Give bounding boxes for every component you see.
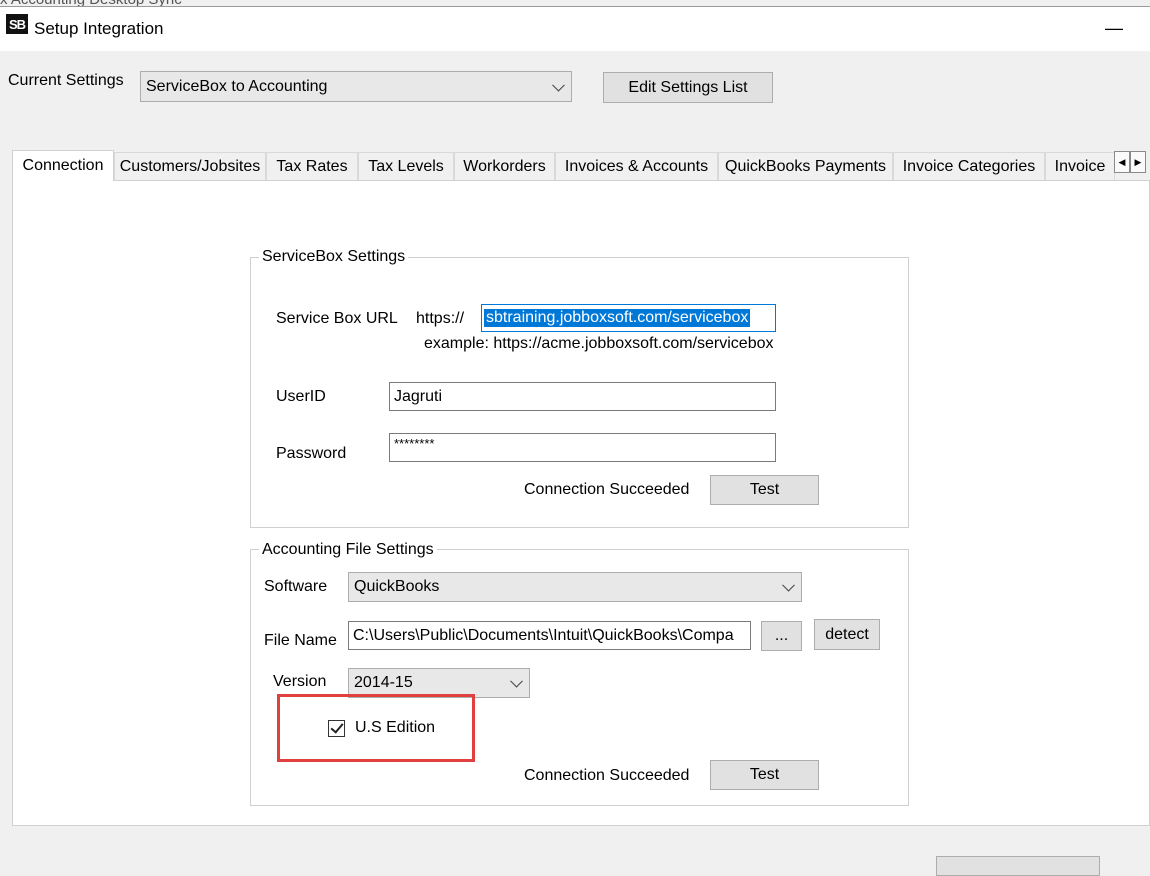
tab-quickbooks-payments[interactable]: QuickBooks Payments bbox=[718, 152, 893, 180]
tab-scroll-arrows: ◀ ▶ bbox=[1114, 151, 1146, 173]
userid-input[interactable]: Jagruti bbox=[389, 382, 776, 411]
tab-tax-levels[interactable]: Tax Levels bbox=[358, 152, 454, 180]
version-value: 2014-15 bbox=[354, 674, 413, 691]
tab-connection[interactable]: Connection bbox=[12, 150, 114, 181]
url-prefix-label: https:// bbox=[416, 310, 465, 327]
software-dropdown[interactable]: QuickBooks bbox=[348, 572, 802, 602]
minimize-button[interactable]: — bbox=[1104, 18, 1124, 39]
url-example-text: example: https://acme.jobboxsoft.com/ser… bbox=[424, 335, 774, 352]
tab-customers-jobsites[interactable]: Customers/Jobsites bbox=[114, 152, 266, 180]
servicebox-settings-legend: ServiceBox Settings bbox=[259, 248, 409, 266]
userid-value: Jagruti bbox=[394, 387, 443, 405]
scroll-right-icon[interactable]: ▶ bbox=[1130, 151, 1146, 173]
tab-invoice[interactable]: Invoice bbox=[1045, 152, 1115, 180]
tab-invoice-categories[interactable]: Invoice Categories bbox=[893, 152, 1045, 180]
service-box-url-label: Service Box URL bbox=[276, 310, 398, 327]
scroll-left-icon[interactable]: ◀ bbox=[1114, 151, 1130, 173]
password-label: Password bbox=[276, 445, 347, 462]
tab-tax-rates[interactable]: Tax Rates bbox=[266, 152, 358, 180]
file-name-value: C:\Users\Public\Documents\Intuit\QuickBo… bbox=[353, 626, 734, 644]
current-settings-value: ServiceBox to Accounting bbox=[146, 77, 328, 95]
edit-settings-list-button[interactable]: Edit Settings List bbox=[603, 72, 773, 103]
tab-invoices-accounts[interactable]: Invoices & Accounts bbox=[555, 152, 718, 180]
password-value: ******** bbox=[394, 436, 435, 451]
file-name-input[interactable]: C:\Users\Public\Documents\Intuit\QuickBo… bbox=[348, 621, 751, 650]
detect-button[interactable]: detect bbox=[814, 619, 880, 650]
servicebox-connection-status: Connection Succeeded bbox=[524, 481, 690, 498]
tab-strip: Connection Customers/Jobsites Tax Rates … bbox=[12, 150, 1150, 181]
highlight-annotation-box bbox=[277, 694, 475, 762]
version-label: Version bbox=[273, 673, 327, 690]
userid-label: UserID bbox=[276, 388, 326, 405]
current-settings-dropdown[interactable]: ServiceBox to Accounting bbox=[140, 71, 572, 102]
chevron-down-icon bbox=[552, 78, 565, 92]
file-name-label: File Name bbox=[264, 632, 337, 649]
browse-button[interactable]: ... bbox=[761, 621, 802, 651]
tab-workorders[interactable]: Workorders bbox=[454, 152, 555, 180]
chevron-down-icon bbox=[510, 674, 523, 688]
software-label: Software bbox=[264, 578, 328, 595]
password-input[interactable]: ******** bbox=[389, 433, 776, 462]
title-bar bbox=[0, 7, 1150, 51]
service-box-url-input[interactable]: sbtraining.jobboxsoft.com/servicebox bbox=[481, 304, 776, 332]
servicebox-test-button[interactable]: Test bbox=[710, 475, 819, 505]
accounting-connection-status: Connection Succeeded bbox=[524, 767, 690, 784]
accounting-test-button[interactable]: Test bbox=[710, 760, 819, 790]
accounting-file-settings-legend: Accounting File Settings bbox=[259, 541, 437, 559]
bottom-action-button[interactable] bbox=[936, 856, 1100, 876]
app-logo-icon: SB bbox=[6, 14, 28, 34]
window-title: Setup Integration bbox=[34, 19, 164, 38]
url-input-value: sbtraining.jobboxsoft.com/servicebox bbox=[484, 309, 751, 327]
current-settings-label: Current Settings bbox=[8, 72, 124, 89]
software-value: QuickBooks bbox=[354, 578, 440, 595]
chevron-down-icon bbox=[782, 578, 795, 592]
